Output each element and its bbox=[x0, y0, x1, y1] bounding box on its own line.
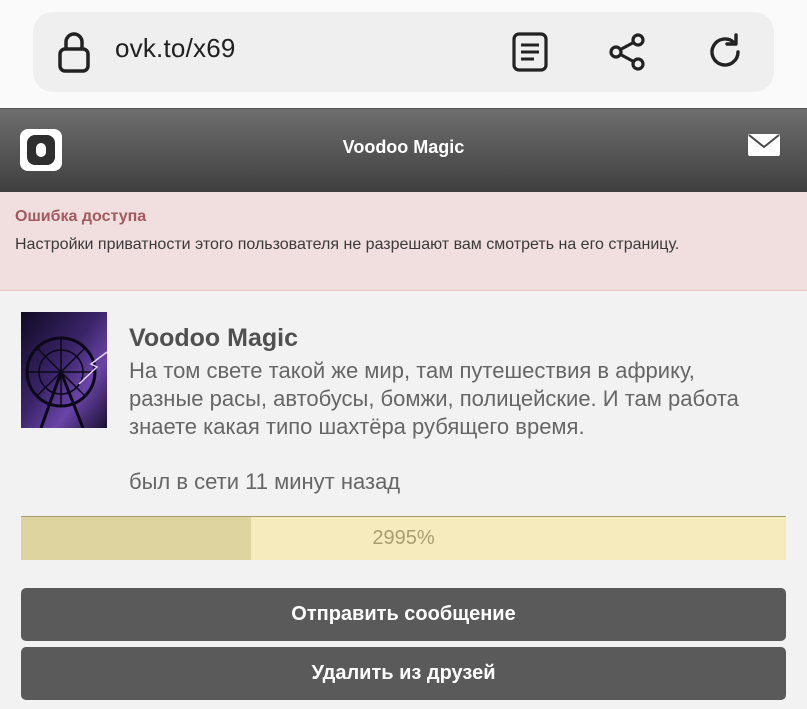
error-title: Ошибка доступа bbox=[15, 208, 147, 225]
app-header: Voodoo Magic bbox=[0, 108, 807, 192]
share-icon[interactable] bbox=[607, 32, 647, 72]
send-message-button[interactable]: Отправить сообщение bbox=[21, 588, 786, 641]
access-error-box: Ошибка доступа Настройки приватности это… bbox=[0, 192, 807, 291]
reader-mode-icon[interactable] bbox=[510, 32, 550, 72]
lock-icon bbox=[58, 32, 90, 73]
profile-name: Voodoo Magic bbox=[129, 324, 298, 352]
last-seen-text: был в сети 11 минут назад bbox=[129, 469, 401, 494]
url-text[interactable]: ovk.to/x69 bbox=[115, 33, 236, 64]
browser-toolbar: ovk.to/x69 bbox=[0, 0, 807, 108]
remove-friend-button[interactable]: Удалить из друзей bbox=[21, 647, 786, 700]
reload-icon[interactable] bbox=[705, 32, 745, 72]
avatar[interactable] bbox=[21, 312, 107, 428]
profile-status: На том свете такой же мир, там путешеств… bbox=[129, 358, 739, 439]
progress-bar: 2995% bbox=[21, 516, 786, 560]
mail-icon[interactable] bbox=[748, 134, 780, 156]
header-title: Voodoo Magic bbox=[342, 137, 465, 157]
progress-label: 2995% bbox=[372, 527, 435, 549]
error-message: Настройки приватности этого пользователя… bbox=[15, 236, 680, 253]
